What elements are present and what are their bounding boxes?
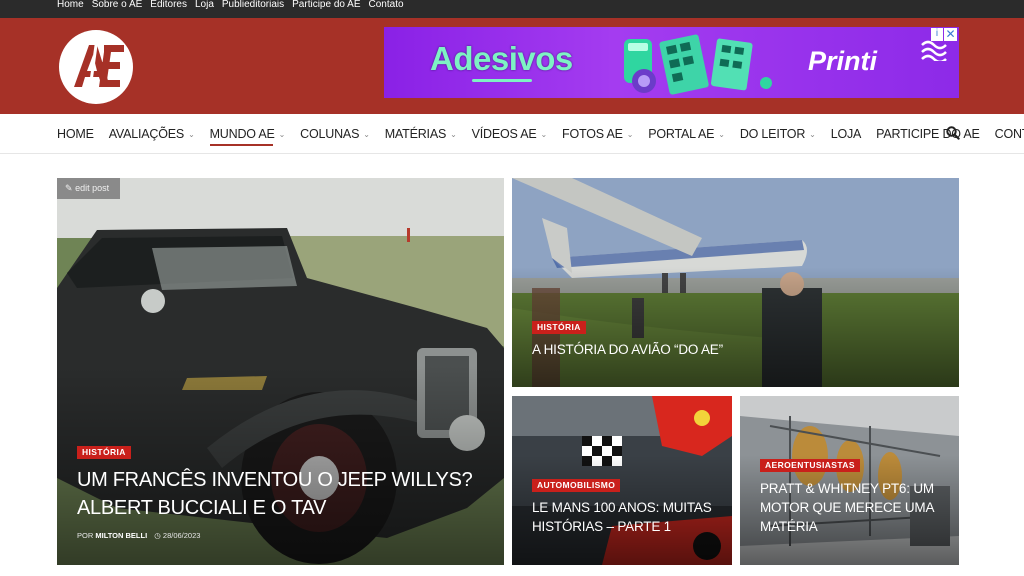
nav-item-colunas[interactable]: COLUNAS ⌄ [300, 114, 370, 154]
top-link-home[interactable]: Home [57, 0, 84, 10]
top-links: Home Sobre o AE Editores Loja Publieditoriai… [0, 0, 1024, 10]
article-date: 28/06/2023 [162, 531, 201, 540]
featured-article-bottom-right[interactable]: AEROENTUSIASTAS PRATT & WHITNEY PT6: UM … [740, 396, 959, 565]
nav-item-avaliacoes[interactable]: AVALIAÇÕES ⌄ [109, 114, 195, 154]
author-name[interactable]: MILTON BELLI [95, 531, 147, 540]
nav-item-label: PORTAL AE [648, 127, 715, 141]
nav-item-label: VÍDEOS AE [471, 127, 537, 141]
article-title[interactable]: A HISTÓRIA DO AVIÃO “DO AE” [532, 340, 932, 359]
article-title[interactable]: LE MANS 100 ANOS: MUITAS HISTÓRIAS – PAR… [532, 498, 722, 536]
ad-brand: Printi [808, 46, 878, 76]
ad-close-icon[interactable]: ✕ [944, 28, 957, 41]
chevron-down-icon: ⌄ [718, 130, 725, 139]
top-link-publieditoriais[interactable]: Publieditoriais [222, 0, 284, 10]
nav-item-label: CONTATO [994, 127, 1024, 141]
nav-item-materias[interactable]: MATÉRIAS ⌄ [385, 114, 457, 154]
nav-item-contato[interactable]: CONTATO [995, 114, 1024, 154]
nav-item-portal-ae[interactable]: PORTAL AE ⌄ [648, 114, 725, 154]
edit-post-button[interactable]: ✎ edit post [57, 178, 120, 199]
chevron-down-icon: ⌄ [450, 130, 457, 139]
top-link-sobre-o-ae[interactable]: Sobre o AE [92, 0, 143, 10]
category-badge[interactable]: AEROENTUSIASTAS [760, 459, 860, 472]
top-link-loja[interactable]: Loja [195, 0, 214, 10]
nav-item-label: LOJA [830, 127, 862, 141]
clock-icon: ◷ [154, 531, 161, 540]
top-link-contato[interactable]: Contato [369, 0, 404, 10]
nav-item-do-leitor[interactable]: DO LEITOR ⌄ [740, 114, 816, 154]
article-title[interactable]: UM FRANCÊS INVENTOU O JEEP WILLYS? ALBER… [77, 466, 477, 522]
top-link-participe-do-ae[interactable]: Participe do AE [292, 0, 360, 10]
chevron-down-icon: ⌄ [278, 130, 286, 139]
nav-item-home[interactable]: HOME [57, 114, 94, 154]
nav-item-label: MUNDO AE [209, 127, 275, 141]
nav-item-label: AVALIAÇÕES [108, 127, 185, 141]
main-navigation: HOME AVALIAÇÕES ⌄ MUNDO AE ⌄ COLUNAS ⌄ MATÉRIAS… [0, 114, 1024, 154]
ad-underline [472, 79, 532, 82]
ad-info-icon[interactable]: i [931, 28, 943, 41]
featured-article-bottom-mid[interactable]: AUTOMOBILISMO LE MANS 100 ANOS: MUITAS H… [512, 396, 732, 565]
chevron-down-icon: ⌄ [626, 130, 634, 139]
article-meta: POR MILTON BELLI ◷ 28/06/2023 [77, 531, 200, 540]
nav-menu: HOME AVALIAÇÕES ⌄ MUNDO AE ⌄ COLUNAS ⌄ MATÉRIAS… [57, 114, 1024, 154]
featured-article-main[interactable]: HISTÓRIA UM FRANCÊS INVENTOU O JEEP WILL… [57, 178, 504, 565]
nav-item-label: COLUNAS [300, 127, 360, 141]
author-prefix: POR [77, 531, 94, 540]
category-badge[interactable]: HISTÓRIA [532, 321, 586, 334]
ad-headline: Adesivos [430, 40, 573, 77]
site-logo[interactable] [58, 29, 134, 105]
top-bar: Home Sobre o AE Editores Loja Publieditoriai… [0, 0, 1024, 18]
chevron-down-icon: ⌄ [809, 130, 816, 139]
category-badge[interactable]: AUTOMOBILISMO [532, 479, 621, 492]
nav-item-label: MATÉRIAS [384, 127, 447, 141]
nav-item-loja[interactable]: LOJA [830, 114, 862, 154]
nav-item-mundo-ae[interactable]: MUNDO AE ⌄ [209, 114, 286, 154]
edit-post-label: edit post [75, 183, 110, 193]
nav-item-label: DO LEITOR [739, 127, 806, 141]
nav-item-participe-do-ae[interactable]: PARTICIPE DO AE [876, 114, 980, 154]
chevron-down-icon: ⌄ [540, 130, 548, 139]
top-link-editores[interactable]: Editores [150, 0, 187, 10]
nav-item-videos-ae[interactable]: VÍDEOS AE ⌄ [471, 114, 548, 154]
nav-item-label: HOME [57, 127, 94, 141]
advertisement-banner[interactable]: Adesivos Printi i ✕ [384, 27, 959, 98]
chevron-down-icon: ⌄ [188, 130, 195, 139]
site-header: Adesivos Printi i ✕ [0, 18, 1024, 114]
ad-product-image [624, 34, 772, 95]
nav-item-label: FOTOS AE [562, 127, 623, 141]
nav-item-fotos-ae[interactable]: FOTOS AE ⌄ [562, 114, 633, 154]
pencil-icon: ✎ [65, 183, 73, 193]
chevron-down-icon: ⌄ [363, 130, 370, 139]
article-title[interactable]: PRATT & WHITNEY PT6: UM MOTOR QUE MERECE… [760, 479, 950, 536]
category-badge[interactable]: HISTÓRIA [77, 446, 131, 459]
featured-article-top-right[interactable]: HISTÓRIA A HISTÓRIA DO AVIÃO “DO AE” [512, 178, 959, 387]
search-icon[interactable] [946, 126, 960, 140]
nav-item-label: PARTICIPE DO AE [876, 127, 980, 141]
